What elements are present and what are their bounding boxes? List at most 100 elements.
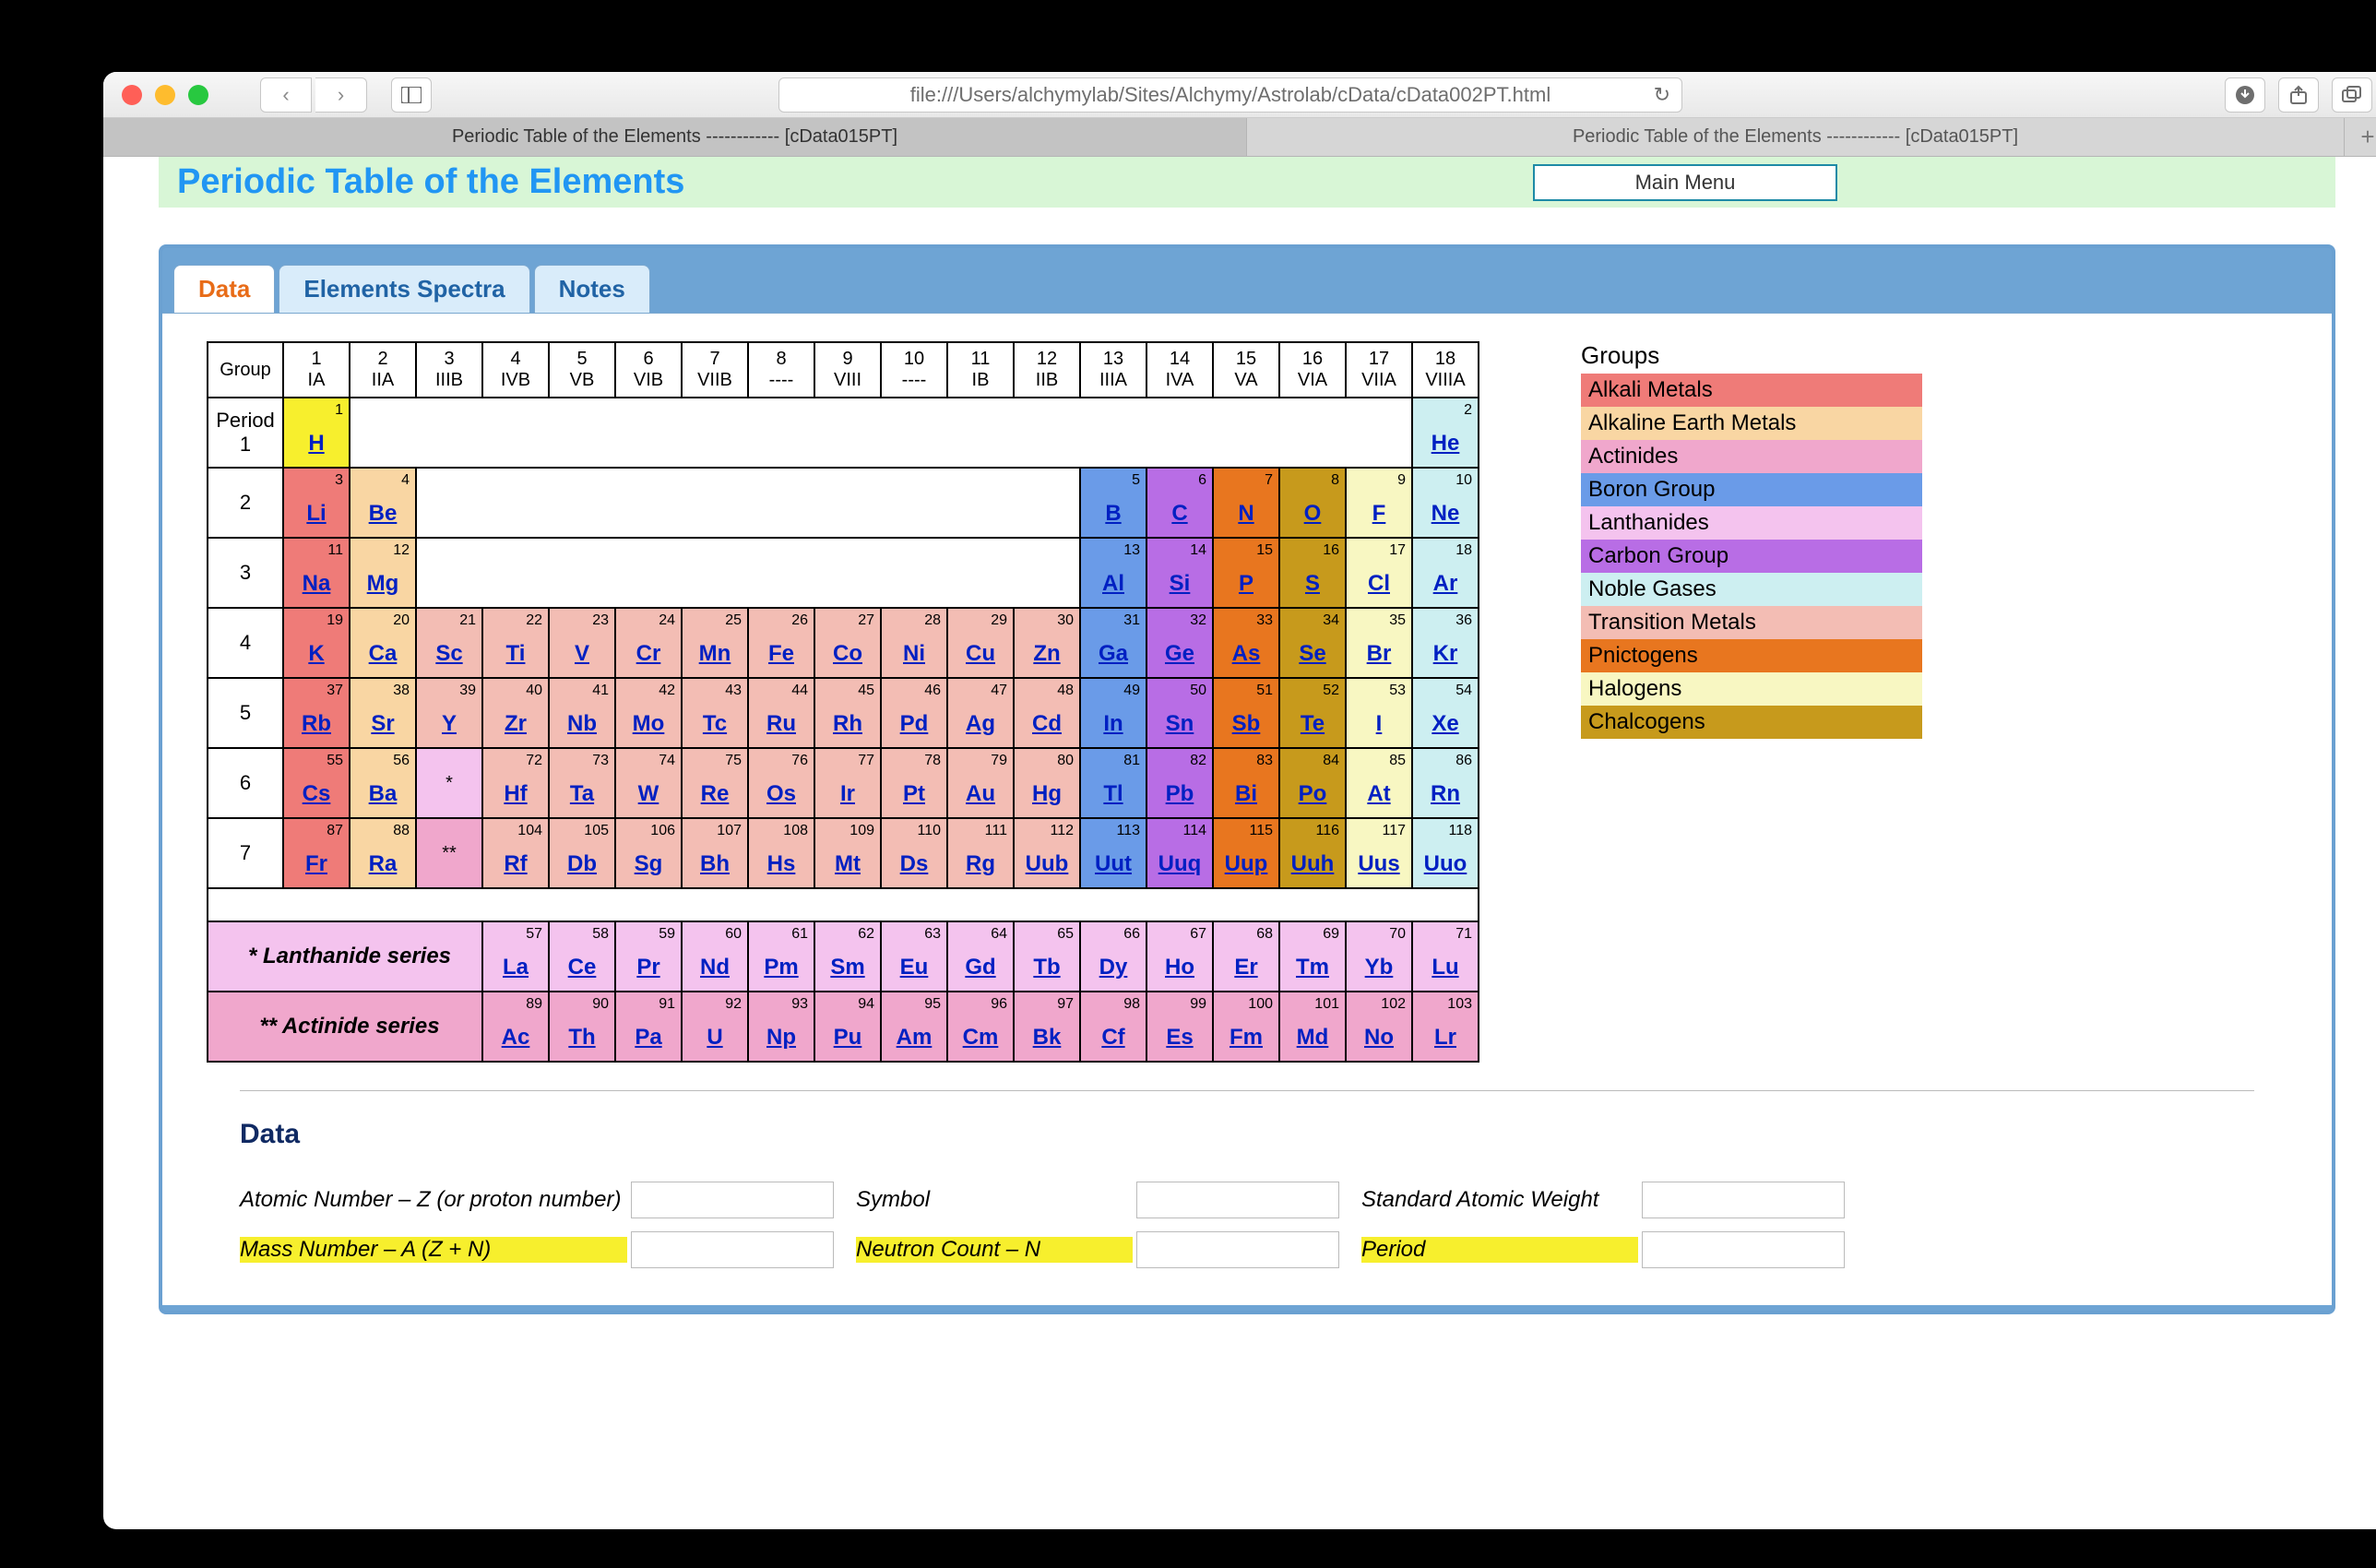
element-Cd[interactable]: 48Cd bbox=[1014, 678, 1080, 748]
share-button[interactable] bbox=[2278, 77, 2319, 113]
element-Tc[interactable]: 43Tc bbox=[682, 678, 748, 748]
element-Na[interactable]: 11Na bbox=[283, 538, 350, 608]
browser-tab-0[interactable]: Periodic Table of the Elements ---------… bbox=[103, 118, 1247, 156]
close-button[interactable] bbox=[122, 85, 142, 105]
element-Sn[interactable]: 50Sn bbox=[1146, 678, 1213, 748]
element-Br[interactable]: 35Br bbox=[1346, 608, 1412, 678]
element-Y[interactable]: 39Y bbox=[416, 678, 482, 748]
element-Ce[interactable]: 58Ce bbox=[549, 921, 615, 992]
element-Fm[interactable]: 100Fm bbox=[1213, 992, 1279, 1062]
element-Er[interactable]: 68Er bbox=[1213, 921, 1279, 992]
element-Bk[interactable]: 97Bk bbox=[1014, 992, 1080, 1062]
element-Dy[interactable]: 66Dy bbox=[1080, 921, 1146, 992]
element-Uup[interactable]: 115Uup bbox=[1213, 818, 1279, 888]
element-F[interactable]: 9F bbox=[1346, 468, 1412, 538]
element-Cf[interactable]: 98Cf bbox=[1080, 992, 1146, 1062]
field-input[interactable] bbox=[1642, 1182, 1845, 1218]
element-Pb[interactable]: 82Pb bbox=[1146, 748, 1213, 818]
sidebar-toggle[interactable] bbox=[391, 77, 432, 113]
element-I[interactable]: 53I bbox=[1346, 678, 1412, 748]
element-B[interactable]: 5B bbox=[1080, 468, 1146, 538]
element-Li[interactable]: 3Li bbox=[283, 468, 350, 538]
element-Uuo[interactable]: 118Uuo bbox=[1412, 818, 1479, 888]
element-Sg[interactable]: 106Sg bbox=[615, 818, 682, 888]
element-Rn[interactable]: 86Rn bbox=[1412, 748, 1479, 818]
element-Uub[interactable]: 112Uub bbox=[1014, 818, 1080, 888]
field-input[interactable] bbox=[1642, 1231, 1845, 1268]
element-Xe[interactable]: 54Xe bbox=[1412, 678, 1479, 748]
element-Ar[interactable]: 18Ar bbox=[1412, 538, 1479, 608]
element-W[interactable]: 74W bbox=[615, 748, 682, 818]
element-Nb[interactable]: 41Nb bbox=[549, 678, 615, 748]
tab-spectra[interactable]: Elements Spectra bbox=[279, 265, 529, 313]
element-Cu[interactable]: 29Cu bbox=[947, 608, 1014, 678]
field-input[interactable] bbox=[1136, 1231, 1339, 1268]
element-Zn[interactable]: 30Zn bbox=[1014, 608, 1080, 678]
new-tab-button[interactable]: + bbox=[2345, 118, 2376, 156]
element-Lu[interactable]: 71Lu bbox=[1412, 921, 1479, 992]
element-Re[interactable]: 75Re bbox=[682, 748, 748, 818]
element-Mn[interactable]: 25Mn bbox=[682, 608, 748, 678]
element-K[interactable]: 19K bbox=[283, 608, 350, 678]
field-input[interactable] bbox=[631, 1182, 834, 1218]
element-Ho[interactable]: 67Ho bbox=[1146, 921, 1213, 992]
element-Ti[interactable]: 22Ti bbox=[482, 608, 549, 678]
element-Ds[interactable]: 110Ds bbox=[881, 818, 947, 888]
element-Bh[interactable]: 107Bh bbox=[682, 818, 748, 888]
element-Pd[interactable]: 46Pd bbox=[881, 678, 947, 748]
element-La[interactable]: 57La bbox=[482, 921, 549, 992]
tab-data[interactable]: Data bbox=[173, 265, 275, 313]
element-Tm[interactable]: 69Tm bbox=[1279, 921, 1346, 992]
element-Co[interactable]: 27Co bbox=[814, 608, 881, 678]
element-Mo[interactable]: 42Mo bbox=[615, 678, 682, 748]
element-Pu[interactable]: 94Pu bbox=[814, 992, 881, 1062]
element-In[interactable]: 49In bbox=[1080, 678, 1146, 748]
element-Be[interactable]: 4Be bbox=[350, 468, 416, 538]
element-Al[interactable]: 13Al bbox=[1080, 538, 1146, 608]
element-Se[interactable]: 34Se bbox=[1279, 608, 1346, 678]
element-Sb[interactable]: 51Sb bbox=[1213, 678, 1279, 748]
element-Am[interactable]: 95Am bbox=[881, 992, 947, 1062]
element-V[interactable]: 23V bbox=[549, 608, 615, 678]
element-Cs[interactable]: 55Cs bbox=[283, 748, 350, 818]
element-Eu[interactable]: 63Eu bbox=[881, 921, 947, 992]
element-Cm[interactable]: 96Cm bbox=[947, 992, 1014, 1062]
element-Pt[interactable]: 78Pt bbox=[881, 748, 947, 818]
element-Kr[interactable]: 36Kr bbox=[1412, 608, 1479, 678]
element-Zr[interactable]: 40Zr bbox=[482, 678, 549, 748]
element-Ag[interactable]: 47Ag bbox=[947, 678, 1014, 748]
element-Nd[interactable]: 60Nd bbox=[682, 921, 748, 992]
element-Uuh[interactable]: 116Uuh bbox=[1279, 818, 1346, 888]
element-Ru[interactable]: 44Ru bbox=[748, 678, 814, 748]
element-Uuq[interactable]: 114Uuq bbox=[1146, 818, 1213, 888]
element-Pm[interactable]: 61Pm bbox=[748, 921, 814, 992]
element-Mg[interactable]: 12Mg bbox=[350, 538, 416, 608]
element-Te[interactable]: 52Te bbox=[1279, 678, 1346, 748]
element-Ni[interactable]: 28Ni bbox=[881, 608, 947, 678]
main-menu-button[interactable]: Main Menu bbox=[1533, 164, 1837, 201]
element-Ne[interactable]: 10Ne bbox=[1412, 468, 1479, 538]
maximize-button[interactable] bbox=[188, 85, 208, 105]
element-Ra[interactable]: 88Ra bbox=[350, 818, 416, 888]
element-N[interactable]: 7N bbox=[1213, 468, 1279, 538]
element-Ca[interactable]: 20Ca bbox=[350, 608, 416, 678]
element-Ga[interactable]: 31Ga bbox=[1080, 608, 1146, 678]
element-Sc[interactable]: 21Sc bbox=[416, 608, 482, 678]
browser-tab-1[interactable]: Periodic Table of the Elements ---------… bbox=[1247, 118, 2345, 156]
element-Db[interactable]: 105Db bbox=[549, 818, 615, 888]
element-Uut[interactable]: 113Uut bbox=[1080, 818, 1146, 888]
element-Ge[interactable]: 32Ge bbox=[1146, 608, 1213, 678]
element-Fe[interactable]: 26Fe bbox=[748, 608, 814, 678]
element-**[interactable]: ** bbox=[416, 818, 482, 888]
element-Uus[interactable]: 117Uus bbox=[1346, 818, 1412, 888]
element-He[interactable]: 2He bbox=[1412, 398, 1479, 468]
element-U[interactable]: 92U bbox=[682, 992, 748, 1062]
field-input[interactable] bbox=[1136, 1182, 1339, 1218]
element-Hs[interactable]: 108Hs bbox=[748, 818, 814, 888]
element-Pa[interactable]: 91Pa bbox=[615, 992, 682, 1062]
element-Bi[interactable]: 83Bi bbox=[1213, 748, 1279, 818]
url-bar[interactable]: file:///Users/alchymylab/Sites/Alchymy/A… bbox=[778, 77, 1682, 113]
forward-button[interactable]: › bbox=[315, 77, 367, 113]
tab-notes[interactable]: Notes bbox=[534, 265, 650, 313]
element-Au[interactable]: 79Au bbox=[947, 748, 1014, 818]
